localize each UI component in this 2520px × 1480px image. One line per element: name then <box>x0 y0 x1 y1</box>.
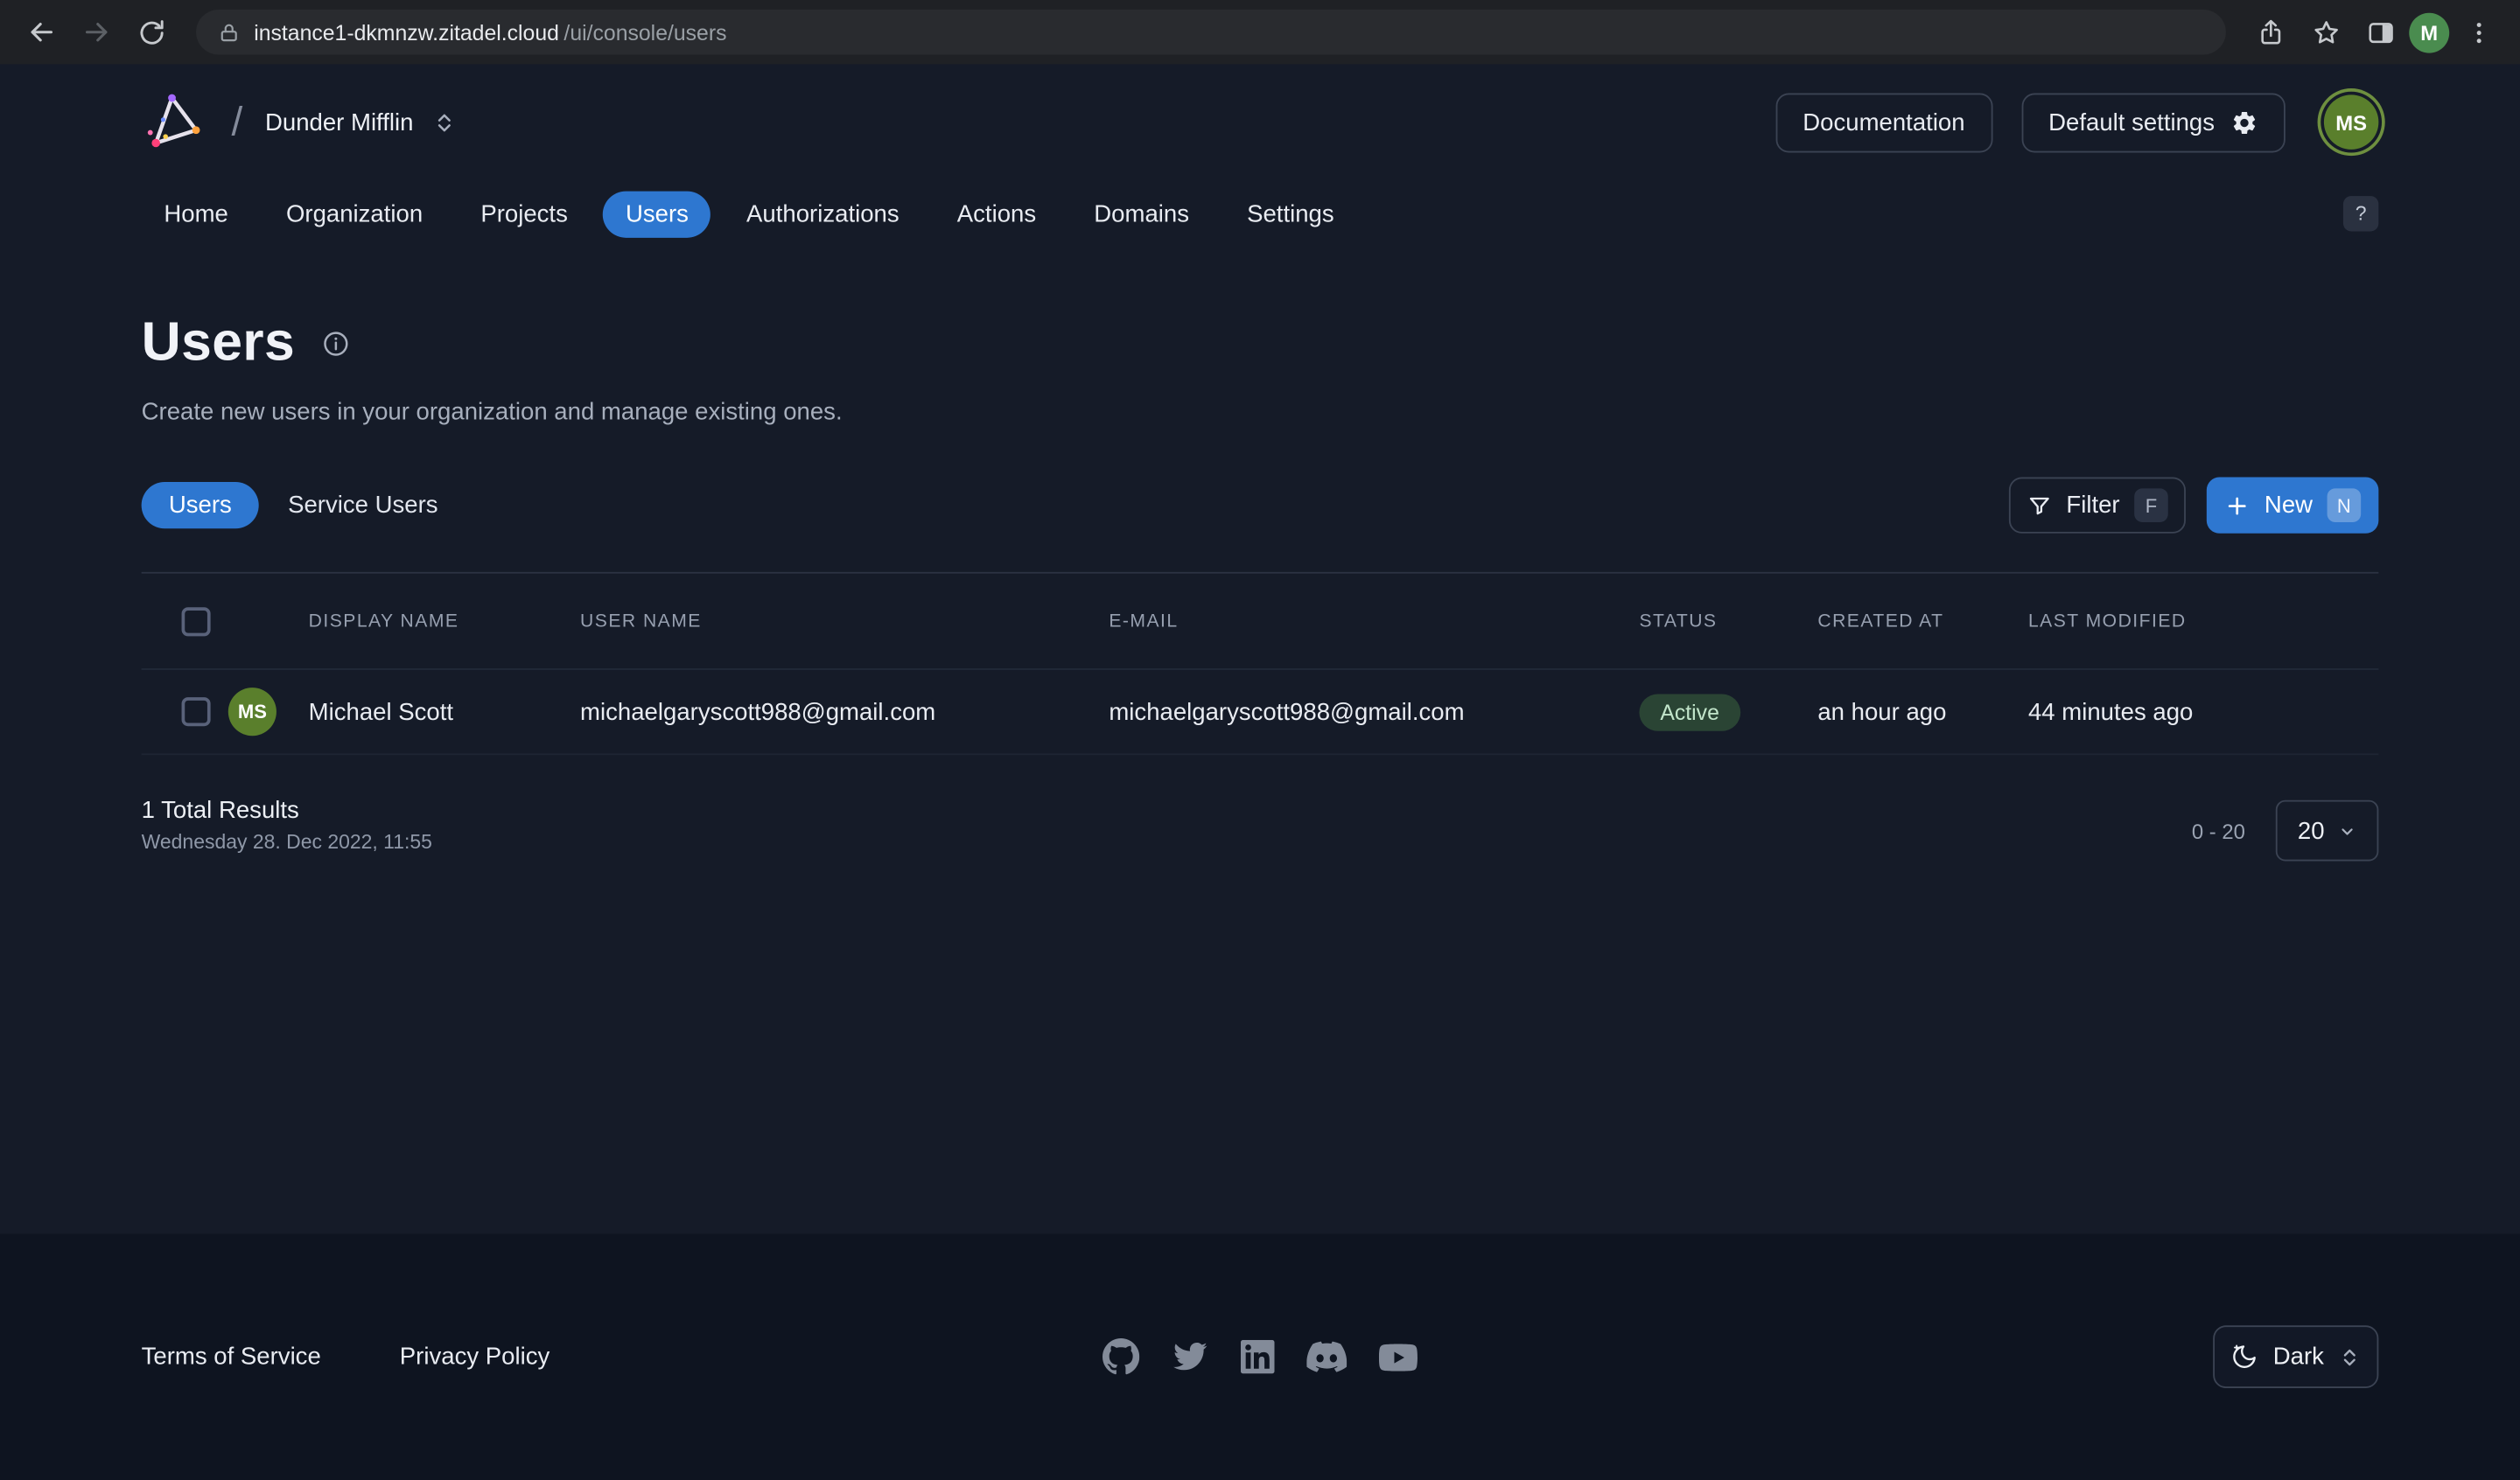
nav-item-authorizations[interactable]: Authorizations <box>724 191 921 237</box>
org-switcher[interactable]: Dunder Mifflin <box>256 99 466 145</box>
cell-last-modified: 44 minutes ago <box>2028 698 2378 725</box>
youtube-icon[interactable] <box>1379 1337 1418 1376</box>
gear-icon <box>2230 108 2258 136</box>
address-bar[interactable]: instance1-dkmnzw.zitadel.cloud/ui/consol… <box>196 10 2226 54</box>
cell-user-name: michaelgaryscott988@gmail.com <box>580 698 1109 725</box>
console-header: / Dunder Mifflin Documentation Default s… <box>0 64 2520 179</box>
col-last-modified: LAST MODIFIED <box>2028 611 2378 631</box>
table-row[interactable]: MS Michael Scott michaelgaryscott988@gma… <box>142 670 2379 755</box>
unfold-icon <box>432 110 457 135</box>
nav-item-users[interactable]: Users <box>603 191 710 237</box>
cell-display-name: Michael Scott <box>309 698 580 725</box>
theme-label: Dark <box>2273 1344 2324 1371</box>
header-actions: Documentation Default settings MS <box>1775 93 2378 152</box>
footer: Terms of Service Privacy Policy <box>0 1234 2520 1480</box>
org-name: Dunder Mifflin <box>265 108 413 136</box>
page-subtitle: Create new users in your organization an… <box>142 399 2379 426</box>
cell-email: michaelgaryscott988@gmail.com <box>1109 698 1639 725</box>
nav-item-domains[interactable]: Domains <box>1072 191 1212 237</box>
page-size-value: 20 <box>2298 817 2325 844</box>
url-path: /ui/console/users <box>564 20 726 45</box>
documentation-label: Documentation <box>1802 108 1964 136</box>
page-range: 0 - 20 <box>2192 819 2245 843</box>
reload-icon[interactable] <box>125 6 177 58</box>
nav-item-settings[interactable]: Settings <box>1224 191 1356 237</box>
select-all-checkbox[interactable] <box>182 606 211 635</box>
users-table: DISPLAY NAME USER NAME E-MAIL STATUS CRE… <box>142 572 2379 755</box>
page-size-select[interactable]: 20 <box>2276 800 2379 862</box>
toolbar: Users Service Users Filter F New <box>142 478 2379 534</box>
zitadel-console: / Dunder Mifflin Documentation Default s… <box>0 64 2520 1479</box>
tab-service-users[interactable]: Service Users <box>288 482 438 528</box>
nav-item-projects[interactable]: Projects <box>458 191 591 237</box>
share-icon[interactable] <box>2245 6 2297 58</box>
lock-icon <box>219 22 240 43</box>
privacy-policy-link[interactable]: Privacy Policy <box>400 1344 550 1371</box>
documentation-button[interactable]: Documentation <box>1775 93 1992 152</box>
info-icon[interactable] <box>320 329 349 358</box>
discord-icon[interactable] <box>1306 1337 1347 1377</box>
filter-label: Filter <box>2066 492 2119 519</box>
new-button[interactable]: New N <box>2207 478 2379 534</box>
row-checkbox[interactable] <box>182 697 211 726</box>
theme-unfold-icon <box>2338 1345 2361 1368</box>
main-content: Users Create new users in your organizat… <box>0 248 2520 1234</box>
default-settings-label: Default settings <box>2048 108 2215 136</box>
github-icon[interactable] <box>1102 1338 1139 1375</box>
theme-toggle[interactable]: Dark <box>2214 1325 2379 1388</box>
pagination-bar: 1 Total Results Wednesday 28. Dec 2022, … <box>142 797 2379 861</box>
browser-chrome: instance1-dkmnzw.zitadel.cloud/ui/consol… <box>0 0 2520 64</box>
new-label: New <box>2264 492 2313 519</box>
moon-icon <box>2231 1344 2258 1371</box>
col-created-at: CREATED AT <box>1817 611 2028 631</box>
screen: instance1-dkmnzw.zitadel.cloud/ui/consol… <box>0 0 2520 1480</box>
plus-icon <box>2224 492 2250 518</box>
side-panel-icon[interactable] <box>2355 6 2406 58</box>
tab-users[interactable]: Users <box>142 482 259 528</box>
browser-profile-avatar[interactable]: M <box>2409 12 2449 52</box>
filter-button[interactable]: Filter F <box>2008 478 2186 534</box>
page-title: Users <box>142 311 295 374</box>
main-nav: Home Organization Projects Users Authori… <box>0 180 2520 248</box>
chevron-down-icon <box>2339 821 2356 839</box>
user-avatar[interactable]: MS <box>2324 94 2378 149</box>
default-settings-button[interactable]: Default settings <box>2021 93 2286 152</box>
social-links <box>1102 1337 1418 1377</box>
cell-created-at: an hour ago <box>1817 698 2028 725</box>
back-icon[interactable] <box>16 6 67 58</box>
breadcrumb-separator: / <box>231 99 242 145</box>
col-status: STATUS <box>1639 611 1817 631</box>
bookmark-star-icon[interactable] <box>2300 6 2351 58</box>
col-user-name: USER NAME <box>580 611 1109 631</box>
zitadel-logo-icon[interactable] <box>142 87 213 157</box>
status-badge: Active <box>1639 694 1740 730</box>
total-results: 1 Total Results <box>142 797 432 824</box>
nav-item-organization[interactable]: Organization <box>263 191 445 237</box>
new-shortcut-badge: N <box>2328 488 2362 522</box>
row-avatar: MS <box>228 688 276 736</box>
table-header-row: DISPLAY NAME USER NAME E-MAIL STATUS CRE… <box>142 574 2379 670</box>
results-timestamp: Wednesday 28. Dec 2022, 11:55 <box>142 831 432 854</box>
col-display-name: DISPLAY NAME <box>309 611 580 631</box>
browser-menu-icon[interactable] <box>2453 6 2504 58</box>
nav-item-home[interactable]: Home <box>142 191 251 237</box>
twitter-icon[interactable] <box>1172 1338 1208 1375</box>
help-button[interactable]: ? <box>2343 196 2378 231</box>
linkedin-icon[interactable] <box>1241 1340 1275 1374</box>
nav-item-actions[interactable]: Actions <box>934 191 1059 237</box>
url-host: instance1-dkmnzw.zitadel.cloud <box>254 20 559 45</box>
forward-icon[interactable] <box>71 6 122 58</box>
funnel-icon <box>2026 492 2051 518</box>
col-email: E-MAIL <box>1109 611 1639 631</box>
filter-shortcut-badge: F <box>2134 488 2168 522</box>
terms-of-service-link[interactable]: Terms of Service <box>142 1344 321 1371</box>
